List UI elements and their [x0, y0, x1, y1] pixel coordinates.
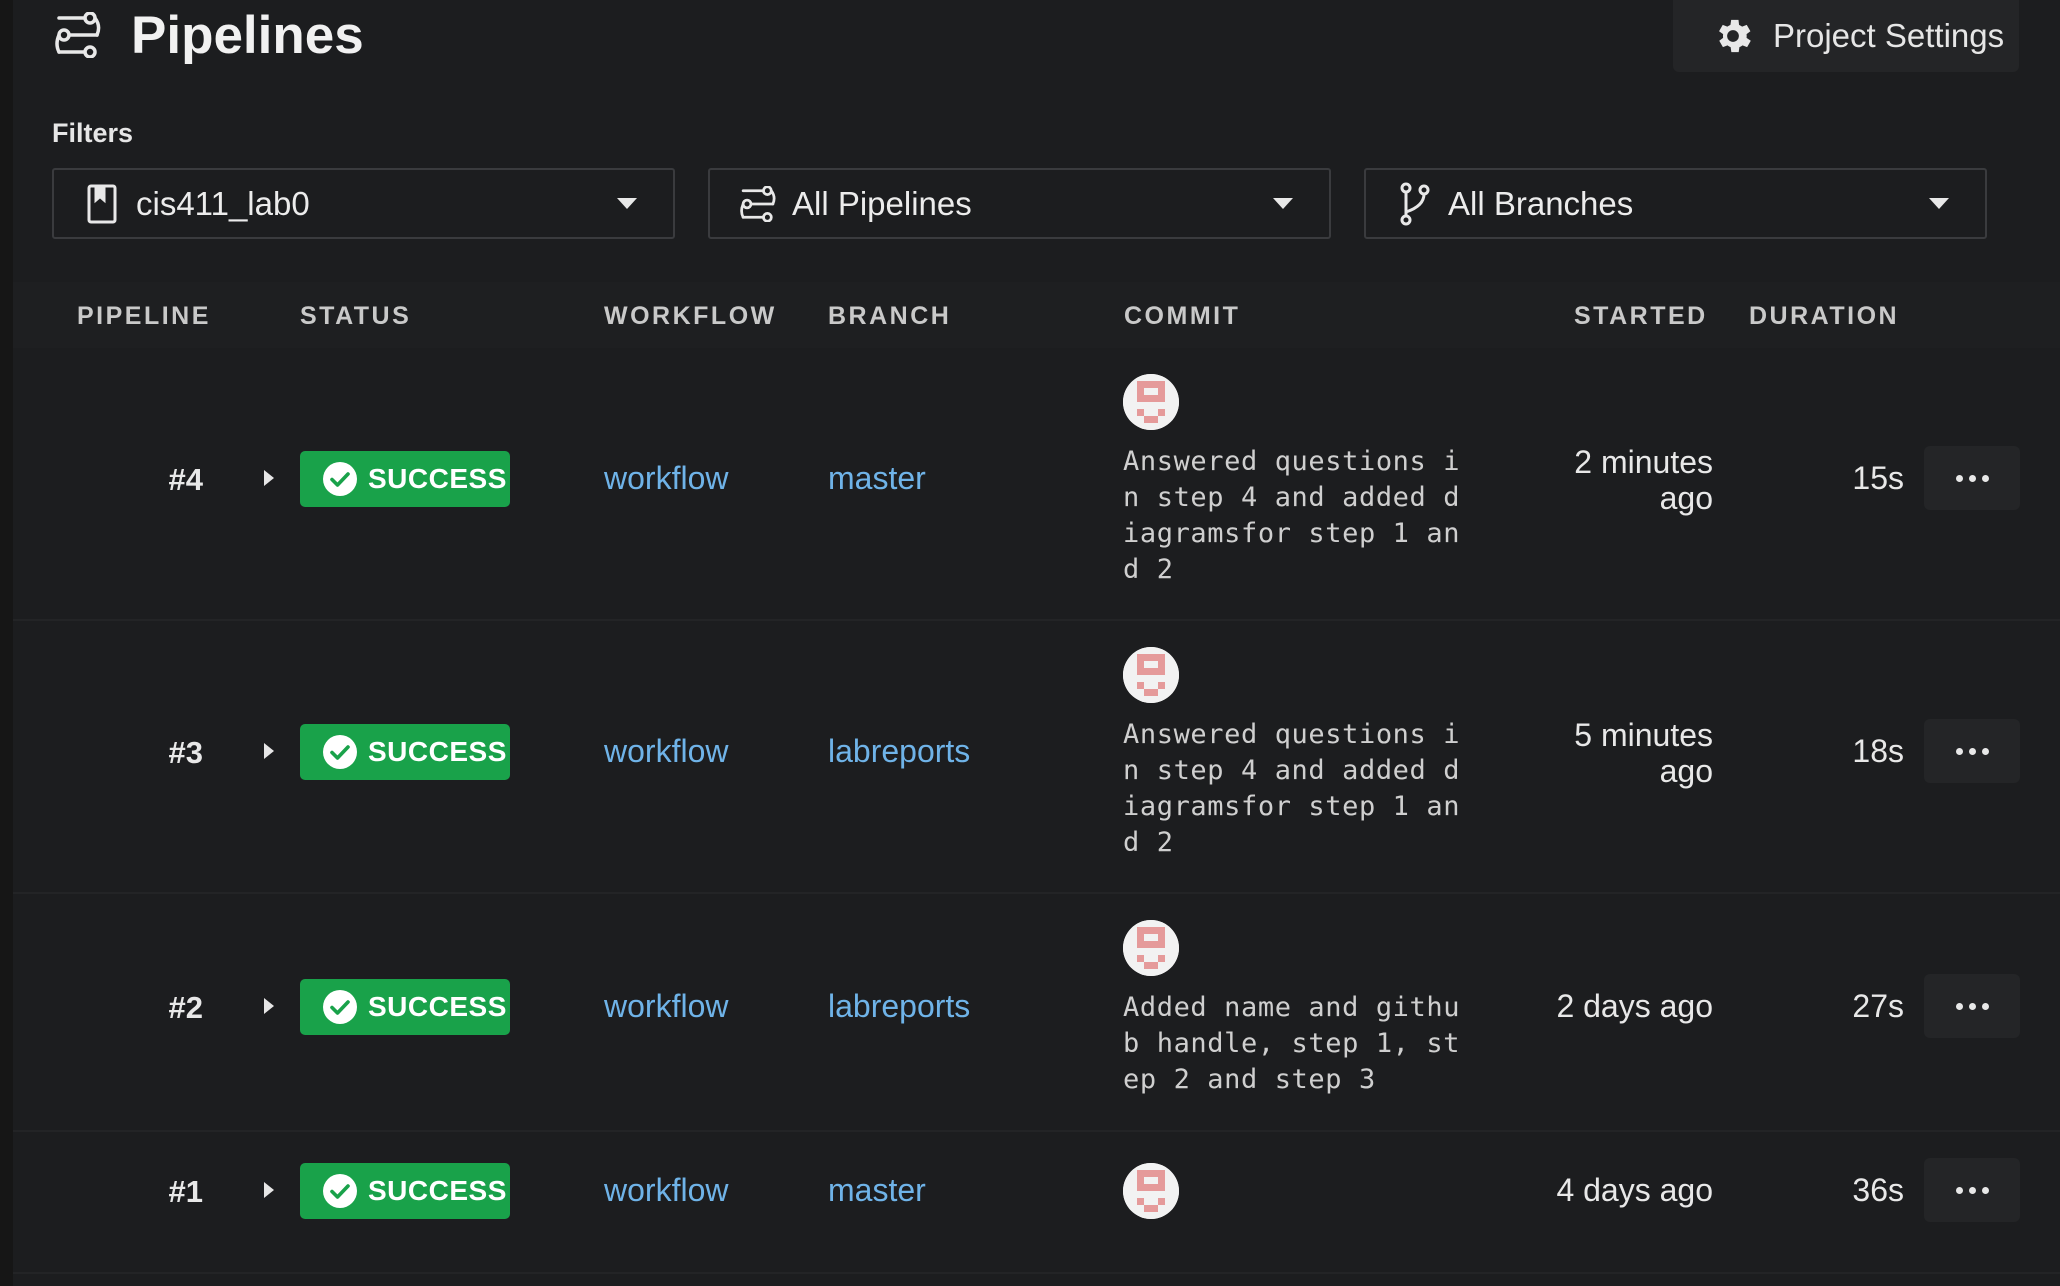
branch-filter-select[interactable]: All Branches [1364, 168, 1987, 239]
check-circle-icon [323, 990, 357, 1024]
pipelines-icon [55, 12, 101, 58]
pipeline-number[interactable]: #1 [123, 1174, 203, 1210]
chevron-down-icon [1273, 198, 1293, 209]
expand-row-icon[interactable] [256, 739, 280, 763]
gear-icon [1719, 19, 1751, 53]
status-label: SUCCESS [368, 736, 507, 767]
duration: 27s [1852, 988, 1904, 1024]
status-badge[interactable]: SUCCESS [300, 451, 510, 507]
table-row[interactable]: #1 SUCCESS workflow master 4 days ago 36… [13, 1132, 2060, 1274]
pipeline-number[interactable]: #2 [123, 990, 203, 1026]
check-circle-icon [323, 1174, 357, 1208]
project-settings-label: Project Settings [1773, 17, 2005, 54]
status-label: SUCCESS [368, 1175, 507, 1206]
started-time: 4 days ago [1556, 1172, 1713, 1208]
duration: 36s [1852, 1172, 1904, 1208]
column-header-pipeline: PIPELINE [77, 302, 211, 330]
table-row[interactable]: #2 SUCCESS workflow labreports Added nam… [13, 894, 2060, 1132]
status-label: SUCCESS [368, 991, 507, 1022]
expand-row-icon[interactable] [256, 466, 280, 490]
table-row[interactable]: #4 SUCCESS workflow master Answered ques… [13, 348, 2060, 621]
status-badge[interactable]: SUCCESS [300, 1163, 510, 1219]
column-header-workflow: WORKFLOW [604, 302, 777, 330]
pipeline-filter-select[interactable]: All Pipelines [708, 168, 1331, 239]
project-filter-value: cis411_lab0 [136, 184, 310, 222]
workflow-link[interactable]: workflow [604, 460, 728, 497]
dot [1981, 474, 1989, 482]
dot [1968, 747, 1976, 755]
column-header-duration: DURATION [1749, 302, 1900, 330]
chevron-down-icon [1929, 198, 1949, 209]
expand-row-icon[interactable] [256, 994, 280, 1018]
avatar[interactable] [1123, 374, 1179, 430]
chevron-down-icon [617, 198, 637, 209]
dot [1981, 747, 1989, 755]
status-badge[interactable]: SUCCESS [300, 979, 510, 1035]
table-header: PIPELINE STATUS WORKFLOW BRANCH COMMIT S… [13, 282, 2060, 348]
started-time: 2 days ago [1556, 988, 1713, 1024]
started-time: 2 minutes ago [1574, 444, 1713, 516]
table-row[interactable]: #3 SUCCESS workflow labreports Answered … [13, 621, 2060, 894]
avatar[interactable] [1123, 1163, 1179, 1219]
duration: 15s [1852, 460, 1904, 496]
workflow-link[interactable]: workflow [604, 733, 728, 770]
dot [1955, 747, 1963, 755]
avatar[interactable] [1123, 647, 1179, 703]
dot [1981, 1002, 1989, 1010]
pipelines-icon [738, 182, 778, 226]
check-circle-icon [323, 735, 357, 769]
branch-link[interactable]: labreports [828, 988, 970, 1025]
more-actions-button[interactable] [1924, 719, 2020, 783]
project-filter-select[interactable]: cis411_lab0 [52, 168, 675, 239]
more-actions-button[interactable] [1924, 1158, 2020, 1222]
dot [1968, 1186, 1976, 1194]
filters-label: Filters [52, 118, 134, 148]
more-actions-button[interactable] [1924, 974, 2020, 1038]
started-time: 5 minutes ago [1574, 717, 1713, 789]
expand-row-icon[interactable] [256, 1178, 280, 1202]
status-badge[interactable]: SUCCESS [300, 724, 510, 780]
workflow-link[interactable]: workflow [604, 988, 728, 1025]
check-circle-icon [323, 462, 357, 496]
pipelines-table: PIPELINE STATUS WORKFLOW BRANCH COMMIT S… [13, 282, 2060, 1274]
page: Pipelines Project Settings Filters cis41… [13, 0, 2060, 1286]
project-settings-button[interactable]: Project Settings [1673, 0, 2019, 72]
column-header-started: STARTED [1574, 302, 1708, 330]
dot [1955, 474, 1963, 482]
dot [1955, 1002, 1963, 1010]
workflow-link[interactable]: workflow [604, 1172, 728, 1209]
branch-link[interactable]: labreports [828, 733, 970, 770]
header: Pipelines Project Settings [13, 0, 2060, 80]
dot [1981, 1186, 1989, 1194]
pipeline-number[interactable]: #3 [123, 735, 203, 771]
repo-icon [82, 182, 122, 226]
column-header-commit: COMMIT [1124, 302, 1241, 330]
more-actions-button[interactable] [1924, 446, 2020, 510]
dot [1968, 1002, 1976, 1010]
column-header-branch: BRANCH [828, 302, 952, 330]
column-header-status: STATUS [300, 302, 412, 330]
avatar[interactable] [1123, 920, 1179, 976]
branch-icon [1394, 182, 1434, 226]
branch-link[interactable]: master [828, 1172, 926, 1209]
pipeline-filter-value: All Pipelines [792, 184, 972, 222]
pipeline-number[interactable]: #4 [123, 462, 203, 498]
branch-link[interactable]: master [828, 460, 926, 497]
dot [1955, 1186, 1963, 1194]
dot [1968, 474, 1976, 482]
page-title: Pipelines [131, 6, 364, 65]
status-label: SUCCESS [368, 463, 507, 494]
duration: 18s [1852, 733, 1904, 769]
branch-filter-value: All Branches [1448, 184, 1634, 222]
